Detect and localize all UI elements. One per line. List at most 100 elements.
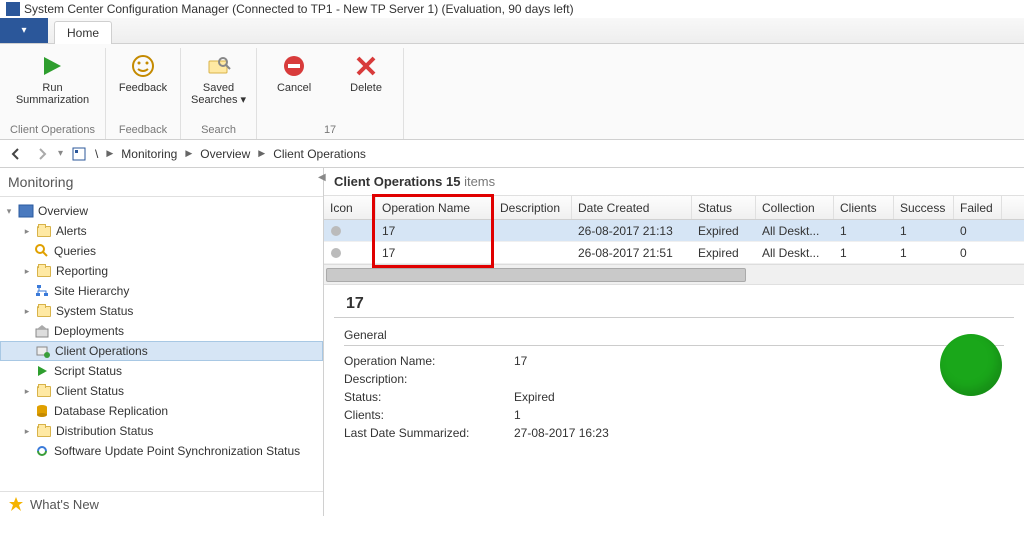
- tree-label: Reporting: [56, 264, 108, 278]
- col-status[interactable]: Status: [692, 196, 756, 219]
- tree-node-alerts[interactable]: ▸ Alerts: [0, 221, 323, 241]
- delete-label: Delete: [350, 82, 382, 94]
- horizontal-scrollbar[interactable]: [324, 264, 1024, 284]
- col-success[interactable]: Success: [894, 196, 954, 219]
- green-annotation-dot: [940, 334, 1002, 396]
- delete-icon: [352, 52, 380, 80]
- app-icon: [6, 2, 20, 16]
- tree-node-client-status[interactable]: ▸Client Status: [0, 381, 323, 401]
- expand-icon[interactable]: ▸: [22, 426, 32, 437]
- tree-label: Database Replication: [54, 404, 168, 418]
- saved-searches-button[interactable]: Saved Searches ▾: [191, 52, 246, 106]
- table-row[interactable]: 17 26-08-2017 21:13 Expired All Deskt...…: [324, 220, 1024, 242]
- expand-icon[interactable]: ▸: [22, 226, 32, 237]
- run-summarization-button[interactable]: Run Summarization: [16, 52, 89, 106]
- deployments-icon: [34, 323, 50, 339]
- chevron-right-icon: ▶: [258, 148, 265, 159]
- row-icon: [324, 225, 376, 237]
- grid-header-row: Icon Operation Name Description Date Cre…: [324, 196, 1024, 220]
- col-operation-name[interactable]: Operation Name: [376, 196, 494, 219]
- cell-failed: 0: [954, 224, 1002, 238]
- ribbon-group-client-operations: Run Summarization Client Operations: [0, 48, 106, 139]
- tree-node-queries[interactable]: Queries: [0, 241, 323, 261]
- ribbon-group-feedback-caption: Feedback: [119, 124, 167, 139]
- nav-dropdown-icon[interactable]: ▾: [58, 148, 63, 159]
- nav-home-icon[interactable]: [69, 144, 89, 164]
- ribbon-group-17-caption: 17: [324, 124, 336, 139]
- cell-date: 26-08-2017 21:51: [572, 246, 692, 260]
- collapse-icon[interactable]: ▾: [4, 206, 14, 217]
- cell-collection: All Deskt...: [756, 246, 834, 260]
- tree-node-script-status[interactable]: Script Status: [0, 361, 323, 381]
- cell-success: 1: [894, 224, 954, 238]
- title-bar: System Center Configuration Manager (Con…: [0, 0, 1024, 18]
- col-date-created[interactable]: Date Created: [572, 196, 692, 219]
- expand-icon[interactable]: ▸: [22, 386, 32, 397]
- cell-status: Expired: [692, 224, 756, 238]
- play-icon: [38, 52, 66, 80]
- detail-section-general: General Operation Name:17 Description: S…: [324, 318, 1024, 452]
- cell-operation-name: 17: [376, 246, 494, 260]
- tree-label: Overview: [38, 204, 88, 218]
- col-failed[interactable]: Failed: [954, 196, 1002, 219]
- delete-button[interactable]: Delete: [339, 52, 393, 94]
- tree-panel: Monitoring ▾ Overview ▸Alerts Queries ▸R…: [0, 168, 324, 516]
- tree-node-deployments[interactable]: Deployments: [0, 321, 323, 341]
- cell-failed: 0: [954, 246, 1002, 260]
- expand-icon[interactable]: ▸: [22, 306, 32, 317]
- content-area: Monitoring ▾ Overview ▸Alerts Queries ▸R…: [0, 168, 1024, 516]
- col-icon[interactable]: Icon: [324, 196, 376, 219]
- nav-back-button[interactable]: [6, 144, 26, 164]
- cell-collection: All Deskt...: [756, 224, 834, 238]
- data-grid[interactable]: Icon Operation Name Description Date Cre…: [324, 195, 1024, 285]
- tree-node-reporting[interactable]: ▸ Reporting: [0, 261, 323, 281]
- list-header: Client Operations 15 items: [324, 168, 1024, 195]
- breadcrumb-client-operations[interactable]: Client Operations: [273, 147, 366, 161]
- tree-node-database-replication[interactable]: Database Replication: [0, 401, 323, 421]
- window-title: System Center Configuration Manager (Con…: [24, 2, 574, 16]
- tree-label: Script Status: [54, 364, 122, 378]
- scrollbar-thumb[interactable]: [326, 268, 746, 282]
- col-clients[interactable]: Clients: [834, 196, 894, 219]
- whats-new-button[interactable]: What's New: [0, 491, 323, 516]
- tree-node-site-hierarchy[interactable]: Site Hierarchy: [0, 281, 323, 301]
- nav-forward-button[interactable]: [32, 144, 52, 164]
- tree-node-client-operations[interactable]: Client Operations: [0, 341, 323, 361]
- tab-home[interactable]: Home: [54, 21, 112, 44]
- chevron-right-icon: ▶: [185, 148, 192, 159]
- tree-label: Queries: [54, 244, 96, 258]
- kv-operation-name: Operation Name:17: [344, 352, 1004, 370]
- app-menu-button[interactable]: ▾: [0, 18, 48, 43]
- tree-node-software-update-point[interactable]: Software Update Point Synchronization St…: [0, 441, 323, 461]
- cancel-label: Cancel: [277, 82, 311, 94]
- tree-label: Site Hierarchy: [54, 284, 129, 298]
- tree-node-overview[interactable]: ▾ Overview: [0, 201, 323, 221]
- folder-search-icon: [205, 52, 233, 80]
- expand-icon[interactable]: ▸: [22, 266, 32, 277]
- client-operations-icon: [35, 343, 51, 359]
- col-collection[interactable]: Collection: [756, 196, 834, 219]
- panel-collapse-icon[interactable]: ◀: [318, 172, 326, 183]
- tree-node-distribution-status[interactable]: ▸Distribution Status: [0, 421, 323, 441]
- kv-clients: Clients:1: [344, 406, 1004, 424]
- cell-clients: 1: [834, 246, 894, 260]
- folder-icon: [36, 303, 52, 319]
- folder-icon: [36, 263, 52, 279]
- tree-node-system-status[interactable]: ▸ System Status: [0, 301, 323, 321]
- cell-status: Expired: [692, 246, 756, 260]
- main-panel: ◀ Client Operations 15 items Icon Operat…: [324, 168, 1024, 516]
- run-summarization-label: Run Summarization: [16, 82, 89, 106]
- breadcrumb-monitoring[interactable]: Monitoring: [121, 147, 177, 161]
- navigation-tree[interactable]: ▾ Overview ▸ Alerts Queries ▸ Reporting Si…: [0, 197, 323, 491]
- tree-label: Alerts: [56, 224, 87, 238]
- feedback-button[interactable]: Feedback: [116, 52, 170, 94]
- breadcrumb-overview[interactable]: Overview: [200, 147, 250, 161]
- tree-label: Deployments: [54, 324, 124, 338]
- tree-label: System Status: [56, 304, 133, 318]
- table-row[interactable]: 17 26-08-2017 21:51 Expired All Deskt...…: [324, 242, 1024, 264]
- database-icon: [34, 403, 50, 419]
- list-count: 15: [446, 174, 460, 189]
- col-description[interactable]: Description: [494, 196, 572, 219]
- cancel-button[interactable]: Cancel: [267, 52, 321, 94]
- folder-icon: [36, 223, 52, 239]
